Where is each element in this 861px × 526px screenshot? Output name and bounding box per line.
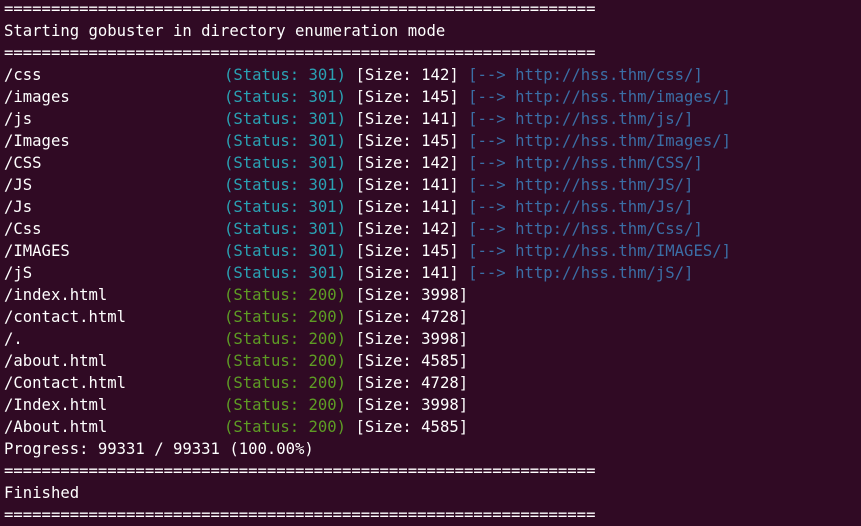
result-path: /about.html [4,352,108,370]
result-redirect: [--> http://hss.thm/css/] [468,66,703,84]
result-path: /css [4,66,42,84]
result-size: [Size: 142] [355,154,459,172]
result-path: /Contact.html [4,374,127,392]
result-status: (Status: 200) [224,286,347,304]
separator-line: ========================================… [4,462,596,480]
result-row: /Images (Status: 301) [Size: 145] [--> ht… [4,130,861,152]
result-redirect: [--> http://hss.thm/Js/] [468,198,694,216]
result-redirect: [--> http://hss.thm/Css/] [468,220,703,238]
result-redirect: [--> http://hss.thm/jS/] [468,264,694,282]
result-size: [Size: 145] [355,88,459,106]
result-size: [Size: 141] [355,110,459,128]
result-status: (Status: 301) [224,198,347,216]
result-status: (Status: 301) [224,220,347,238]
result-row: /images (Status: 301) [Size: 145] [--> ht… [4,86,861,108]
result-row: /IMAGES (Status: 301) [Size: 145] [--> ht… [4,240,861,262]
result-size: [Size: 4585] [355,418,469,436]
result-path: /IMAGES [4,242,70,260]
finished-line: Finished [4,484,80,502]
result-path: /. [4,330,23,348]
result-row: /index.html (Status: 200) [Size: 3998] [4,284,861,306]
result-status: (Status: 301) [224,132,347,150]
result-row: /Js (Status: 301) [Size: 141] [--> http:/… [4,196,861,218]
result-path: /About.html [4,418,108,436]
result-row: /Contact.html (Status: 200) [Size: 4728] [4,372,861,394]
result-path: /Index.html [4,396,108,414]
terminal-window[interactable]: ========================================… [0,0,861,524]
result-size: [Size: 141] [355,198,459,216]
result-status: (Status: 301) [224,110,347,128]
result-path: /Css [4,220,42,238]
result-status: (Status: 200) [224,374,347,392]
separator-line: ========================================… [4,44,596,62]
result-redirect: [--> http://hss.thm/js/] [468,110,694,128]
result-path: /jS [4,264,33,282]
result-status: (Status: 301) [224,264,347,282]
result-row: /js (Status: 301) [Size: 141] [--> http:/… [4,108,861,130]
result-size: [Size: 3998] [355,396,469,414]
result-redirect: [--> http://hss.thm/Images/] [468,132,731,150]
result-redirect: [--> http://hss.thm/images/] [468,88,731,106]
result-size: [Size: 141] [355,176,459,194]
result-path: /contact.html [4,308,127,326]
result-row: /JS (Status: 301) [Size: 141] [--> http:/… [4,174,861,196]
result-path: /CSS [4,154,42,172]
result-status: (Status: 301) [224,154,347,172]
result-row: /jS (Status: 301) [Size: 141] [--> http:/… [4,262,861,284]
separator-line: ========================================… [4,0,596,18]
result-redirect: [--> http://hss.thm/JS/] [468,176,694,194]
separator-line: ========================================… [4,506,596,524]
result-row: /css (Status: 301) [Size: 142] [--> http:… [4,64,861,86]
result-path: /Js [4,198,33,216]
result-size: [Size: 3998] [355,330,469,348]
result-path: /index.html [4,286,108,304]
result-status: (Status: 301) [224,88,347,106]
result-status: (Status: 200) [224,352,347,370]
result-size: [Size: 142] [355,66,459,84]
result-redirect: [--> http://hss.thm/CSS/] [468,154,703,172]
result-size: [Size: 3998] [355,286,469,304]
result-size: [Size: 141] [355,264,459,282]
result-redirect: [--> http://hss.thm/IMAGES/] [468,242,731,260]
result-status: (Status: 200) [224,418,347,436]
scan-header: Starting gobuster in directory enumerati… [4,22,446,40]
result-path: /Images [4,132,70,150]
result-row: /contact.html (Status: 200) [Size: 4728] [4,306,861,328]
result-size: [Size: 142] [355,220,459,238]
result-path: /images [4,88,70,106]
progress-line: Progress: 99331 / 99331 (100.00%) [4,440,314,458]
result-status: (Status: 301) [224,242,347,260]
result-path: /js [4,110,33,128]
result-status: (Status: 200) [224,396,347,414]
result-row: /CSS (Status: 301) [Size: 142] [--> http:… [4,152,861,174]
result-size: [Size: 145] [355,132,459,150]
result-status: (Status: 301) [224,66,347,84]
result-size: [Size: 4585] [355,352,469,370]
result-status: (Status: 301) [224,176,347,194]
result-size: [Size: 4728] [355,374,469,392]
result-status: (Status: 200) [224,308,347,326]
result-row: /about.html (Status: 200) [Size: 4585] [4,350,861,372]
result-row: /Css (Status: 301) [Size: 142] [--> http:… [4,218,861,240]
result-status: (Status: 200) [224,330,347,348]
result-row: /. (Status: 200) [Size: 3998] [4,328,861,350]
results-list: /css (Status: 301) [Size: 142] [--> http:… [4,64,861,438]
result-row: /Index.html (Status: 200) [Size: 3998] [4,394,861,416]
result-path: /JS [4,176,33,194]
result-size: [Size: 4728] [355,308,469,326]
result-size: [Size: 145] [355,242,459,260]
result-row: /About.html (Status: 200) [Size: 4585] [4,416,861,438]
